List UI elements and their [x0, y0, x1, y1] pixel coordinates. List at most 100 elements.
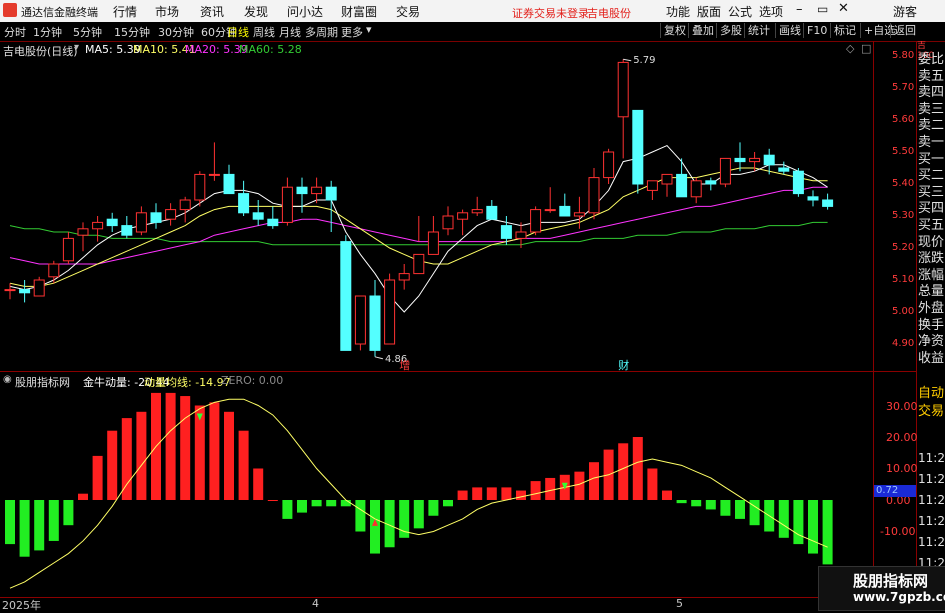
low-price-label-pointer [374, 356, 384, 360]
momentum-bar [48, 500, 59, 541]
menu-gongneng[interactable]: 功能 [666, 3, 690, 20]
candle-body [238, 193, 250, 214]
more-dropdown-icon[interactable]: ▾ [366, 23, 372, 36]
momentum-bar [574, 471, 585, 500]
menu-caifuquan[interactable]: 财富圈 [341, 3, 377, 20]
menu-jiaoyi[interactable]: 交易 [396, 3, 420, 20]
candle-body [252, 212, 264, 220]
price-chart[interactable]: 5.794.86增财 [0, 41, 873, 371]
candle-body [121, 225, 133, 236]
menu-xuanxiang[interactable]: 选项 [759, 3, 783, 20]
momentum-bar [486, 487, 497, 500]
candle-body [194, 173, 206, 201]
price-tick: 5.00 [892, 306, 915, 317]
event-marker-cai: 财 [618, 358, 629, 371]
candle-body [486, 205, 498, 220]
watermark-title: 股朋指标网 [853, 572, 929, 590]
quote-label[interactable]: 交易 [918, 400, 944, 419]
candle-body [77, 228, 89, 236]
candle-body [135, 212, 147, 233]
candle-body [778, 167, 790, 172]
menu-gongshi[interactable]: 公式 [728, 3, 752, 20]
indicator-tick: 20.00 [886, 431, 918, 444]
candle-body [763, 154, 775, 166]
candle-body [208, 173, 220, 176]
momentum-bar [516, 490, 526, 500]
menu-shichang[interactable]: 市场 [155, 3, 179, 20]
quote-label[interactable]: 自动 [918, 382, 944, 401]
candle-body [457, 212, 469, 220]
menu-faxian[interactable]: 发现 [244, 3, 268, 20]
tf-daily[interactable]: 日线 [227, 24, 249, 40]
restore-icon[interactable]: ▭ [817, 2, 828, 16]
indicator-tick: -10.00 [880, 525, 916, 538]
fuquan-button[interactable]: 复权 [660, 23, 689, 38]
tf-weekly[interactable]: 周线 [253, 24, 275, 40]
momentum-bar [238, 430, 249, 500]
price-tick: 5.50 [892, 146, 915, 157]
candle-body [296, 186, 308, 195]
momentum-bar [822, 500, 833, 565]
menubar: 通达信金融终端 行情 市场 资讯 发现 问小达 财富圈 交易 证券交易未登录 吉… [0, 0, 945, 23]
tf-more[interactable]: 更多 [341, 24, 363, 40]
tongji-button[interactable]: 统计 [744, 23, 773, 38]
candle-body [369, 295, 381, 351]
duogu-button[interactable]: 多股 [716, 23, 745, 38]
menu-banmian[interactable]: 版面 [697, 3, 721, 20]
candle-body [792, 170, 804, 195]
candle-body [530, 209, 542, 233]
tf-multi[interactable]: 多周期 [305, 24, 338, 40]
diejia-button[interactable]: 叠加 [688, 23, 717, 38]
current-value-tag: 0.72 [874, 485, 916, 497]
tick-time: 11:29 [918, 535, 945, 549]
candle-body [617, 61, 629, 118]
candle-body [150, 212, 162, 223]
candle-body [544, 209, 556, 212]
tf-5min[interactable]: 5分钟 [73, 24, 102, 40]
menu-zixun[interactable]: 资讯 [200, 3, 224, 20]
indicator-chart[interactable] [0, 372, 873, 597]
high-price-label: 5.79 [633, 55, 655, 66]
candle-body [603, 151, 615, 179]
event-marker-zeng: 增 [399, 358, 410, 371]
tf-monthly[interactable]: 月线 [279, 24, 301, 40]
momentum-bar [19, 500, 30, 557]
momentum-bar [165, 392, 176, 500]
candle-body [588, 177, 600, 214]
tf-15min[interactable]: 15分钟 [114, 24, 150, 40]
tf-fenshi[interactable]: 分时 [4, 24, 26, 40]
f10-button[interactable]: F10 [803, 23, 830, 38]
login-status[interactable]: 证券交易未登录 [512, 5, 589, 21]
momentum-bar [107, 430, 118, 500]
minimize-icon[interactable]: – [796, 2, 803, 17]
huaxian-button[interactable]: 画线 [775, 23, 804, 38]
momentum-bar [808, 500, 818, 554]
tick-time: 11:29 [918, 514, 945, 528]
momentum-bar [78, 493, 88, 500]
price-tick: 5.80 [892, 50, 915, 61]
momentum-bar [428, 500, 439, 516]
momentum-bar [793, 500, 804, 545]
candle-body [165, 209, 177, 220]
momentum-bar [34, 500, 45, 551]
menu-hangqing[interactable]: 行情 [113, 3, 137, 20]
candle-body [690, 180, 702, 198]
tf-1min[interactable]: 1分钟 [33, 24, 62, 40]
candle-body [705, 180, 717, 185]
momentum-bar [413, 500, 424, 529]
menu-wenxiaoda[interactable]: 问小达 [287, 3, 323, 20]
momentum-bar [676, 500, 687, 504]
momentum-bar [589, 462, 599, 500]
tf-30min[interactable]: 30分钟 [158, 24, 194, 40]
price-y-axis: 5.80 5.70 5.60 5.50 5.40 5.30 5.20 5.10 … [874, 41, 916, 371]
candle-body [398, 273, 410, 281]
momentum-bar [311, 500, 322, 507]
price-tick: 5.70 [892, 82, 915, 93]
time-axis-line [0, 597, 916, 598]
candle-body [822, 199, 834, 207]
biaoji-button[interactable]: 标记 [830, 23, 859, 38]
close-icon[interactable]: ✕ [838, 1, 849, 16]
guest-label[interactable]: 游客 [893, 3, 917, 20]
candle-body [4, 289, 16, 292]
back-button[interactable]: 返回 [890, 23, 919, 38]
